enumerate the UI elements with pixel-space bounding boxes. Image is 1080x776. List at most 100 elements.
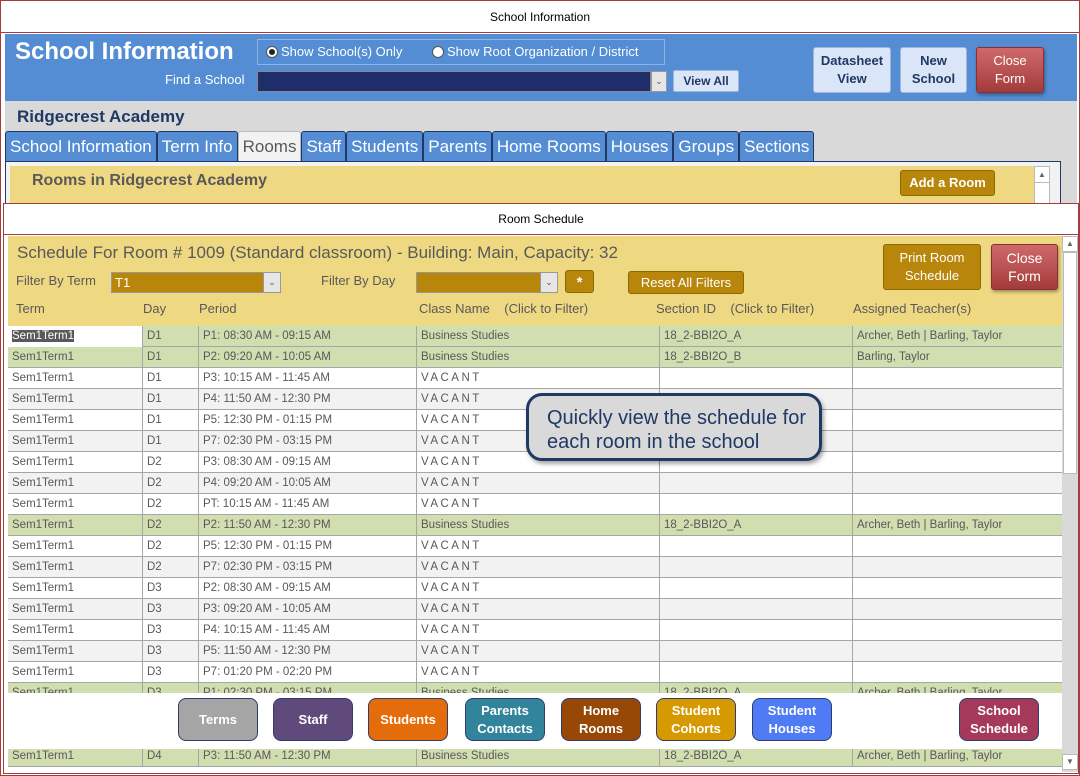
nav-button-home-rooms[interactable]: Home Rooms (561, 698, 641, 741)
table-row[interactable]: Sem1Term1 D2 P7: 02:30 PM - 03:15 PM VACANT (8, 557, 1062, 578)
tab-staff[interactable]: Staff (301, 131, 347, 161)
table-row[interactable]: Sem1Term1 D3 P5: 11:50 AM - 12:30 PM VACANT (8, 641, 1062, 662)
cell-teacher[interactable] (853, 410, 1062, 431)
add-room-button[interactable]: Add a Room (900, 170, 995, 196)
tab-parents[interactable]: Parents (423, 131, 492, 161)
filter-day-select[interactable]: ⌄ (416, 272, 558, 293)
cell-teacher[interactable] (853, 536, 1062, 557)
cell-period[interactable]: P2: 09:20 AM - 10:05 AM (199, 347, 417, 368)
cell-class[interactable]: VACANT (417, 578, 660, 599)
cell-day[interactable]: D2 (143, 452, 199, 473)
cell-class[interactable]: Business Studies (417, 746, 660, 767)
cell-section[interactable] (660, 557, 853, 578)
cell-teacher[interactable]: Barling, Taylor (853, 347, 1062, 368)
cell-term[interactable]: Sem1Term1 (8, 389, 143, 410)
cell-period[interactable]: P2: 08:30 AM - 09:15 AM (199, 578, 417, 599)
column-header-class-name[interactable]: Class Name (Click to Filter) (419, 301, 588, 316)
tab-school-information[interactable]: School Information (5, 131, 157, 161)
chevron-down-icon[interactable]: ⌄ (540, 273, 557, 292)
table-row[interactable]: Sem1Term1 D2 P2: 11:50 AM - 12:30 PM Busine… (8, 515, 1062, 536)
cell-period[interactable]: P5: 11:50 AM - 12:30 PM (199, 641, 417, 662)
cell-day[interactable]: D3 (143, 578, 199, 599)
table-row[interactable]: Sem1Term1 D4 P3: 11:50 AM - 12:30 PM Busine… (8, 746, 1062, 767)
close-form-button[interactable]: Close Form (976, 47, 1044, 93)
cell-day[interactable]: D3 (143, 662, 199, 683)
cell-teacher[interactable] (853, 389, 1062, 410)
cell-class[interactable]: VACANT (417, 641, 660, 662)
cell-term[interactable]: Sem1Term1 (8, 431, 143, 452)
cell-day[interactable]: D3 (143, 620, 199, 641)
cell-section[interactable] (660, 368, 853, 389)
radio-show-schools-only[interactable]: Show School(s) Only (266, 44, 402, 59)
cell-day[interactable]: D1 (143, 347, 199, 368)
tab-sections[interactable]: Sections (739, 131, 815, 161)
cell-day[interactable]: D3 (143, 641, 199, 662)
cell-teacher[interactable] (853, 452, 1062, 473)
table-row[interactable]: Sem1Term1 D2 P4: 09:20 AM - 10:05 AM VACANT (8, 473, 1062, 494)
cell-teacher[interactable] (853, 641, 1062, 662)
nav-button-terms[interactable]: Terms (178, 698, 258, 741)
view-all-button[interactable]: View All (673, 70, 739, 92)
cell-day[interactable]: D2 (143, 515, 199, 536)
cell-period[interactable]: P2: 11:50 AM - 12:30 PM (199, 515, 417, 536)
cell-class[interactable]: VACANT (417, 494, 660, 515)
cell-term[interactable]: Sem1Term1 (8, 746, 143, 767)
cell-term[interactable]: Sem1Term1 (8, 347, 143, 368)
cell-teacher[interactable] (853, 557, 1062, 578)
cell-section[interactable] (660, 473, 853, 494)
cell-teacher[interactable] (853, 662, 1062, 683)
find-school-combobox[interactable] (257, 71, 651, 92)
table-row[interactable]: Sem1Term1 D1 P1: 08:30 AM - 09:15 AM Busine… (8, 326, 1062, 347)
rooms-scrollbar[interactable]: ▲ (1034, 166, 1050, 206)
table-row[interactable]: Sem1Term1 D1 P2: 09:20 AM - 10:05 AM Busine… (8, 347, 1062, 368)
cell-term[interactable]: Sem1Term1 (8, 536, 143, 557)
cell-term[interactable]: Sem1Term1 (8, 620, 143, 641)
cell-period[interactable]: P1: 08:30 AM - 09:15 AM (199, 326, 417, 347)
cell-class[interactable]: Business Studies (417, 515, 660, 536)
cell-day[interactable]: D2 (143, 473, 199, 494)
cell-teacher[interactable] (853, 599, 1062, 620)
cell-period[interactable]: PT: 10:15 AM - 11:45 AM (199, 494, 417, 515)
cell-section[interactable] (660, 578, 853, 599)
close-form-button[interactable]: Close Form (991, 244, 1058, 290)
tab-term-info[interactable]: Term Info (156, 131, 238, 161)
cell-teacher[interactable] (853, 431, 1062, 452)
nav-button-staff[interactable]: Staff (273, 698, 353, 741)
cell-section[interactable] (660, 620, 853, 641)
cell-period[interactable]: P7: 01:20 PM - 02:20 PM (199, 662, 417, 683)
cell-teacher[interactable]: Archer, Beth | Barling, Taylor (853, 746, 1062, 767)
cell-class[interactable]: VACANT (417, 599, 660, 620)
cell-period[interactable]: P3: 10:15 AM - 11:45 AM (199, 368, 417, 389)
cell-section[interactable]: 18_2-BBI2O_A (660, 746, 853, 767)
cell-class[interactable]: VACANT (417, 662, 660, 683)
cell-day[interactable]: D1 (143, 431, 199, 452)
cell-period[interactable]: P7: 02:30 PM - 03:15 PM (199, 557, 417, 578)
chevron-down-icon[interactable]: ⌄ (651, 71, 667, 92)
scrollbar-thumb[interactable] (1063, 252, 1077, 474)
table-row[interactable]: Sem1Term1 D2 P5: 12:30 PM - 01:15 PM VACANT (8, 536, 1062, 557)
radio-show-root-organization[interactable]: Show Root Organization / District (432, 44, 638, 59)
nav-button-school-schedule[interactable]: School Schedule (959, 698, 1039, 741)
new-school-button[interactable]: New School (900, 47, 967, 93)
cell-teacher[interactable]: Archer, Beth | Barling, Taylor (853, 515, 1062, 536)
table-row[interactable]: Sem1Term1 D3 P3: 09:20 AM - 10:05 AM VACANT (8, 599, 1062, 620)
tab-houses[interactable]: Houses (605, 131, 674, 161)
filter-term-select[interactable]: T1 ⌄ (111, 272, 281, 293)
cell-term[interactable]: Sem1Term1 (8, 662, 143, 683)
cell-period[interactable]: P7: 02:30 PM - 03:15 PM (199, 431, 417, 452)
cell-section[interactable] (660, 536, 853, 557)
cell-term[interactable]: Sem1Term1 (8, 599, 143, 620)
cell-day[interactable]: D2 (143, 557, 199, 578)
cell-day[interactable]: D3 (143, 599, 199, 620)
cell-period[interactable]: P3: 11:50 AM - 12:30 PM (199, 746, 417, 767)
cell-period[interactable]: P4: 10:15 AM - 11:45 AM (199, 620, 417, 641)
tab-rooms[interactable]: Rooms (237, 131, 302, 161)
table-row[interactable]: Sem1Term1 D3 P7: 01:20 PM - 02:20 PM VACANT (8, 662, 1062, 683)
cell-term[interactable]: Sem1Term1 (8, 515, 143, 536)
cell-class[interactable]: VACANT (417, 557, 660, 578)
cell-class[interactable]: Business Studies (417, 347, 660, 368)
cell-period[interactable]: P3: 09:20 AM - 10:05 AM (199, 599, 417, 620)
cell-teacher[interactable]: Archer, Beth | Barling, Taylor (853, 326, 1062, 347)
nav-button-student-houses[interactable]: Student Houses (752, 698, 832, 741)
table-row[interactable]: Sem1Term1 D3 P2: 08:30 AM - 09:15 AM VACANT (8, 578, 1062, 599)
